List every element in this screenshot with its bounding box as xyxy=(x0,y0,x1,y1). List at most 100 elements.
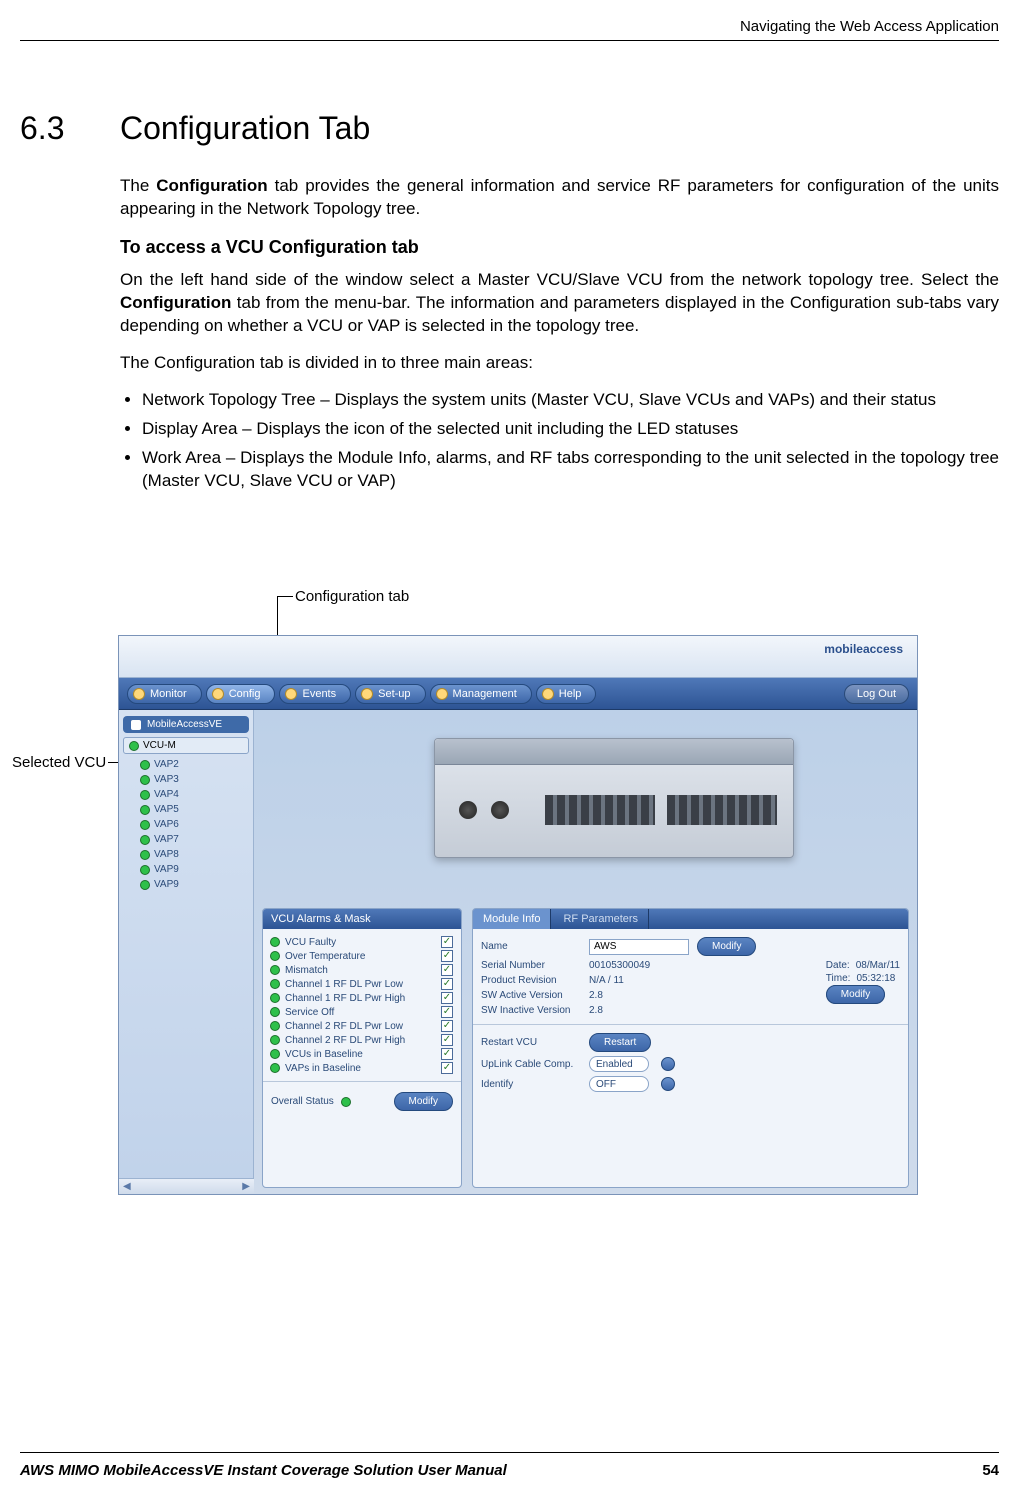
alarm-row: Mismatch✓ xyxy=(271,963,453,977)
alarms-modify-button[interactable]: Modify xyxy=(394,1092,453,1111)
status-led-icon xyxy=(271,938,279,946)
alarm-row: Channel 2 RF DL Pwr Low✓ xyxy=(271,1019,453,1033)
alarm-row: Over Temperature✓ xyxy=(271,949,453,963)
scroll-left-icon[interactable]: ◀ xyxy=(123,1181,131,1192)
alarm-row: Channel 1 RF DL Pwr Low✓ xyxy=(271,977,453,991)
logout-button[interactable]: Log Out xyxy=(844,684,909,704)
alarm-row: VAPs in Baseline✓ xyxy=(271,1061,453,1075)
alarms-panel: VCU Alarms & Mask VCU Faulty✓ Over Tempe… xyxy=(262,908,462,1188)
mask-checkbox[interactable]: ✓ xyxy=(441,950,453,962)
screenshot: mobileaccess Monitor Config Events Set-u… xyxy=(118,635,918,1195)
status-led-icon xyxy=(271,994,279,1002)
tree-item[interactable]: VAP8 xyxy=(123,847,249,862)
status-led-icon xyxy=(141,821,149,829)
status-led-icon xyxy=(141,866,149,874)
status-led-icon xyxy=(342,1098,350,1106)
status-led-icon xyxy=(141,851,149,859)
dropdown-icon[interactable] xyxy=(661,1077,675,1091)
identify-value[interactable]: OFF xyxy=(589,1076,649,1092)
uplink-value[interactable]: Enabled xyxy=(589,1056,649,1072)
name-row: Name Modify xyxy=(481,935,900,958)
restart-button[interactable]: Restart xyxy=(589,1033,651,1052)
name-input[interactable] xyxy=(589,939,689,955)
status-led-icon xyxy=(141,776,149,784)
topology-tree: MobileAccessVE VCU-M VAP2 VAP3 VAP4 VAP5… xyxy=(119,710,254,1194)
mask-checkbox[interactable]: ✓ xyxy=(441,978,453,990)
menu-events[interactable]: Events xyxy=(279,684,351,704)
alarms-panel-title: VCU Alarms & Mask xyxy=(263,909,461,929)
status-led-icon xyxy=(141,806,149,814)
status-led-icon xyxy=(271,1022,279,1030)
identify-row: Identify OFF xyxy=(481,1074,900,1094)
uplink-row: UpLink Cable Comp. Enabled xyxy=(481,1054,900,1074)
app-header: mobileaccess xyxy=(119,636,917,678)
header-rule xyxy=(20,40,999,41)
main-area: VCU Alarms & Mask VCU Faulty✓ Over Tempe… xyxy=(254,710,917,1194)
tree-root-vcu[interactable]: VCU-M xyxy=(123,737,249,754)
status-led-icon xyxy=(271,1064,279,1072)
list-item: Network Topology Tree – Displays the sys… xyxy=(142,389,999,412)
mask-checkbox[interactable]: ✓ xyxy=(441,964,453,976)
mask-checkbox[interactable]: ✓ xyxy=(441,1062,453,1074)
tree-item[interactable]: VAP5 xyxy=(123,802,249,817)
mask-checkbox[interactable]: ✓ xyxy=(441,1006,453,1018)
uplink-label: UpLink Cable Comp. xyxy=(481,1059,581,1070)
status-led-icon xyxy=(271,1050,279,1058)
scroll-right-icon[interactable]: ▶ xyxy=(242,1181,250,1192)
mask-checkbox[interactable]: ✓ xyxy=(441,1034,453,1046)
tab-module-info[interactable]: Module Info xyxy=(473,909,551,929)
status-led-icon xyxy=(130,742,138,750)
menu-management[interactable]: Management xyxy=(430,684,532,704)
status-led-icon xyxy=(271,1036,279,1044)
datetime-modify-button[interactable]: Modify xyxy=(826,985,885,1004)
tree-item[interactable]: VAP2 xyxy=(123,757,249,772)
mask-checkbox[interactable]: ✓ xyxy=(441,1048,453,1060)
mask-checkbox[interactable]: ✓ xyxy=(441,1020,453,1032)
date-value: 08/Mar/11 xyxy=(856,960,900,971)
brand-logo: mobileaccess xyxy=(824,642,903,656)
menu-config[interactable]: Config xyxy=(206,684,276,704)
section-title: Configuration Tab xyxy=(120,110,370,146)
status-led-icon xyxy=(141,881,149,889)
menu-monitor[interactable]: Monitor xyxy=(127,684,202,704)
tree-scrollbar[interactable]: ◀▶ xyxy=(119,1178,254,1194)
mask-checkbox[interactable]: ✓ xyxy=(441,992,453,1004)
tree-item[interactable]: VAP9 xyxy=(123,877,249,892)
menu-help[interactable]: Help xyxy=(536,684,597,704)
callout-config-tab: Configuration tab xyxy=(295,588,409,605)
identify-label: Identify xyxy=(481,1079,581,1090)
mask-checkbox[interactable]: ✓ xyxy=(441,936,453,948)
list-item: Display Area – Displays the icon of the … xyxy=(142,418,999,441)
tab-rf-parameters[interactable]: RF Parameters xyxy=(553,909,649,929)
running-header: Navigating the Web Access Application xyxy=(740,18,999,35)
vcu-device-icon xyxy=(434,738,794,858)
name-label: Name xyxy=(481,941,581,952)
callout-selected-vcu: Selected VCU xyxy=(12,754,106,771)
tree-product: MobileAccessVE xyxy=(123,716,249,733)
page-number: 54 xyxy=(982,1462,999,1479)
alarm-row: VCUs in Baseline✓ xyxy=(271,1047,453,1061)
alarm-row: Service Off✓ xyxy=(271,1005,453,1019)
alarm-row: VCU Faulty✓ xyxy=(271,935,453,949)
tree-item[interactable]: VAP7 xyxy=(123,832,249,847)
menu-setup[interactable]: Set-up xyxy=(355,684,425,704)
status-led-icon xyxy=(271,966,279,974)
tree-item[interactable]: VAP3 xyxy=(123,772,249,787)
alarm-row: Channel 2 RF DL Pwr High✓ xyxy=(271,1033,453,1047)
time-label: Time: xyxy=(826,973,851,984)
callout-line xyxy=(277,596,293,597)
tree-item[interactable]: VAP9 xyxy=(123,862,249,877)
status-led-icon xyxy=(271,952,279,960)
section-heading: 6.3Configuration Tab xyxy=(20,110,999,147)
status-led-icon xyxy=(141,791,149,799)
name-modify-button[interactable]: Modify xyxy=(697,937,756,956)
section-number: 6.3 xyxy=(20,110,120,147)
tree-item[interactable]: VAP6 xyxy=(123,817,249,832)
para-3: The Configuration tab is divided in to t… xyxy=(120,352,999,375)
module-info-panel: Module Info RF Parameters Name Modify Se… xyxy=(472,908,909,1188)
time-value: 05:32:18 xyxy=(856,973,895,984)
main-menu: Monitor Config Events Set-up Management … xyxy=(119,678,917,710)
tree-item[interactable]: VAP4 xyxy=(123,787,249,802)
para-2: On the left hand side of the window sele… xyxy=(120,269,999,338)
dropdown-icon[interactable] xyxy=(661,1057,675,1071)
